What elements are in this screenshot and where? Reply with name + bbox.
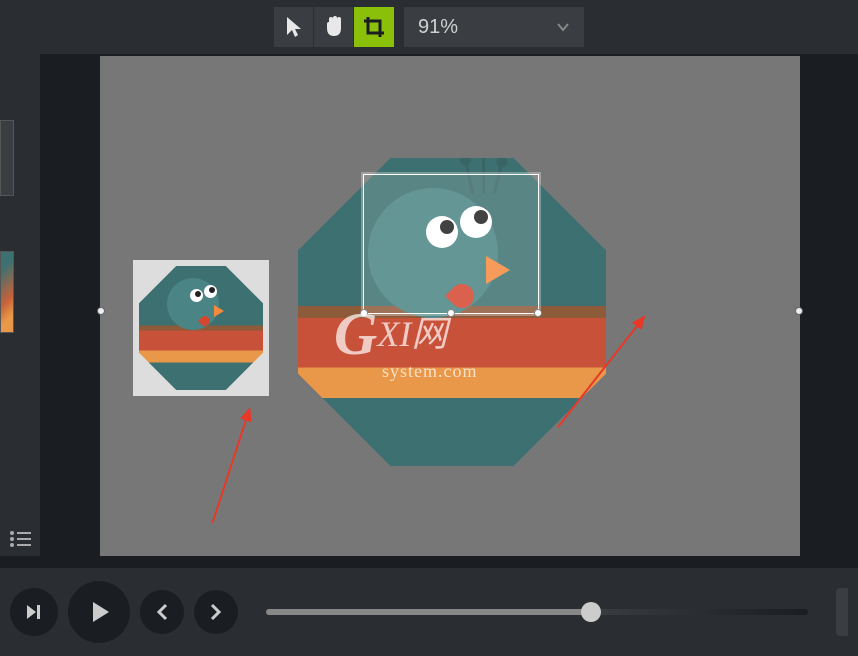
crop-selection[interactable] [363, 174, 539, 314]
hand-icon [321, 14, 347, 40]
annotation-arrow [212, 409, 251, 524]
chevron-down-icon [556, 22, 570, 32]
zoom-select[interactable]: 91% [404, 7, 584, 47]
thumbnail-strip [0, 120, 14, 347]
crop-handle[interactable] [534, 309, 542, 317]
tool-group [274, 7, 394, 47]
hand-tool-button[interactable] [314, 7, 354, 47]
list-view-button[interactable] [0, 522, 40, 556]
next-button[interactable] [194, 590, 238, 634]
crop-tool-button[interactable] [354, 7, 394, 47]
timeline-handle[interactable] [581, 602, 601, 622]
thumbnail-item-selected[interactable] [0, 251, 14, 333]
play-skip-button[interactable] [10, 588, 58, 636]
zoom-value: 91% [418, 16, 458, 39]
thumbnail-item[interactable] [0, 120, 14, 196]
play-button[interactable] [68, 581, 130, 643]
flower-decoration [556, 178, 582, 204]
crop-icon [362, 15, 386, 39]
playback-bar [0, 568, 858, 656]
canvas-handle-left[interactable] [97, 307, 105, 315]
list-icon [9, 531, 31, 547]
select-tool-button[interactable] [274, 7, 314, 47]
crop-handle[interactable] [360, 309, 368, 317]
crop-handle[interactable] [447, 309, 455, 317]
canvas[interactable]: GXI网 system.com [100, 56, 800, 556]
canvas-handle-right[interactable] [795, 307, 803, 315]
play-skip-icon [23, 601, 45, 623]
chevron-left-icon [154, 602, 170, 622]
previous-button[interactable] [140, 590, 184, 634]
bee-decoration [578, 172, 596, 184]
play-icon [85, 598, 113, 626]
preview-thumbnail[interactable] [133, 260, 269, 396]
right-panel-stub[interactable] [836, 588, 848, 636]
timeline-slider[interactable] [266, 609, 808, 615]
top-toolbar: 91% [0, 0, 858, 54]
chevron-right-icon [208, 602, 224, 622]
cursor-icon [283, 15, 305, 39]
